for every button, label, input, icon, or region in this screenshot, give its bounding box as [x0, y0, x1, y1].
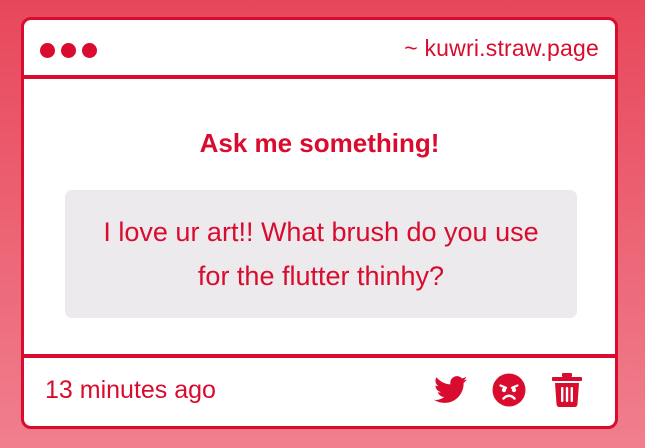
angry-face-icon: [492, 373, 526, 407]
window-dot: [82, 43, 97, 58]
window-dot: [40, 43, 55, 58]
action-bar: [433, 372, 585, 408]
page-title: Ask me something!: [199, 128, 440, 158]
window-dots: [40, 43, 97, 58]
delete-button[interactable]: [549, 372, 585, 408]
question-card: ~ kuwri.straw.page Ask me something! I l…: [21, 17, 618, 429]
card-content: Ask me something! I love ur art!! What b…: [24, 79, 615, 356]
window-titlebar: ~ kuwri.straw.page: [24, 20, 615, 79]
page-url: ~ kuwri.straw.page: [404, 35, 599, 61]
timestamp: 13 minutes ago: [45, 376, 216, 404]
question-box: I love ur art!! What brush do you use fo…: [65, 190, 577, 318]
twitter-icon: [434, 376, 468, 403]
report-button[interactable]: [491, 372, 527, 408]
share-twitter-button[interactable]: [433, 372, 469, 408]
trash-icon: [552, 373, 582, 407]
window-dot: [61, 43, 76, 58]
card-footer: 13 minutes ago: [24, 354, 615, 426]
question-text: I love ur art!! What brush do you use fo…: [103, 217, 539, 291]
